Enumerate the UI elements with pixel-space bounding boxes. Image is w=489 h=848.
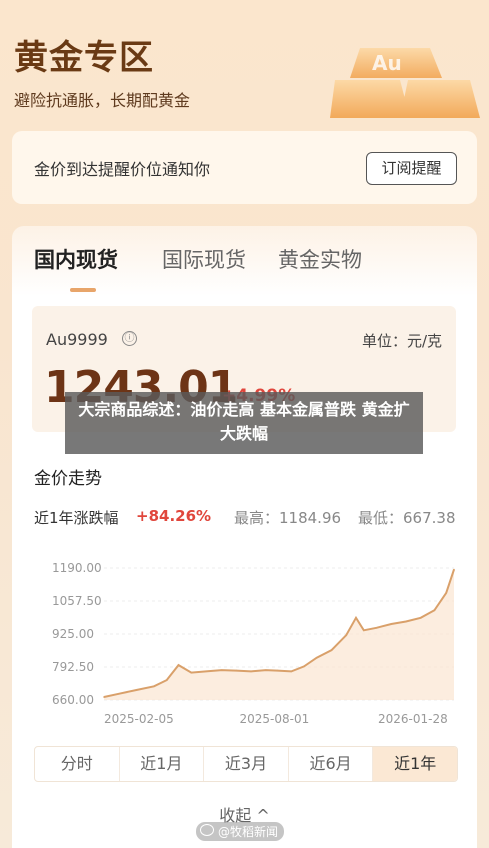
low-value: 最低：667.38 — [358, 509, 456, 527]
price-point — [165, 679, 168, 681]
svg-text:Au: Au — [372, 51, 402, 75]
range-3m-button[interactable]: 近3月 — [204, 747, 289, 781]
gold-price-chart: 1190.00 1057.50 925.00 792.50 660.00 2025-02-… — [52, 561, 455, 726]
price-point — [264, 669, 267, 671]
subscribe-alert-button[interactable]: 订阅提醒 — [366, 152, 457, 185]
tab-international-spot[interactable]: 国际现货 — [162, 244, 246, 274]
price-point — [315, 656, 318, 659]
price-alert-text: 金价到达提醒价位通知你 — [34, 160, 211, 179]
y-tick-label: 925.00 — [52, 627, 94, 641]
info-icon[interactable]: ⓘ — [122, 331, 137, 346]
price-point — [205, 670, 207, 673]
price-point — [177, 664, 180, 666]
price-point — [453, 568, 455, 571]
y-tick-label: 792.50 — [52, 660, 94, 674]
watermark-text: @牧稻新闻 — [218, 825, 279, 839]
price-point — [250, 670, 252, 673]
gold-quote-card: 国内现货 国际现货 黄金实物 Au9999 ⓘ 单位：元/克 1243.01 +… — [12, 226, 477, 848]
range-1y-button[interactable]: 近1年 — [373, 747, 457, 781]
price-point — [135, 689, 138, 691]
y-tick-label: 1057.50 — [52, 594, 102, 608]
price-point — [103, 696, 105, 698]
news-headline: 大宗商品综述：油价走高 基本金属普跌 黄金扩大跌幅 — [78, 400, 410, 443]
active-tab-indicator — [70, 288, 96, 292]
price-point — [419, 617, 422, 619]
period-change-label: 近1年涨跌幅 — [34, 509, 119, 527]
range-1m-button[interactable]: 近1月 — [120, 747, 205, 781]
price-point — [153, 685, 155, 688]
news-overlay[interactable]: 大宗商品综述：油价走高 基本金属普跌 黄金扩大跌幅 — [65, 392, 423, 454]
time-range-selector: 分时 近1月 近3月 近6月 近1年 — [34, 746, 458, 782]
trend-title: 金价走势 — [34, 469, 102, 489]
price-point — [235, 669, 238, 672]
price-point — [190, 671, 193, 674]
tab-physical-gold[interactable]: 黄金实物 — [278, 244, 362, 274]
price-point — [303, 665, 305, 668]
price-alert-card: 金价到达提醒价位通知你 订阅提醒 — [12, 131, 477, 204]
x-tick-label: 2026-01-28 — [378, 712, 448, 726]
product-code: Au9999 — [46, 330, 108, 349]
weibo-icon — [200, 824, 214, 836]
price-point — [375, 626, 378, 629]
price-point — [290, 670, 293, 673]
price-unit: 单位：元/克 — [361, 332, 442, 350]
price-point — [445, 592, 447, 594]
price-point — [363, 629, 365, 632]
gold-bars-illustration: Au — [330, 48, 480, 118]
price-point — [390, 623, 393, 625]
y-tick-label: 1190.00 — [52, 561, 102, 575]
range-intraday-button[interactable]: 分时 — [35, 747, 120, 781]
price-point — [220, 669, 223, 671]
price-point — [117, 692, 120, 695]
high-value: 最高：1184.96 — [234, 509, 342, 527]
tab-domestic-spot[interactable]: 国内现货 — [34, 244, 118, 274]
page-subtitle: 避险抗通胀，长期配黄金 — [14, 91, 191, 110]
price-point — [345, 634, 347, 637]
price-point — [330, 649, 333, 651]
page-title: 黄金专区 — [14, 38, 154, 78]
x-tick-label: 2025-08-01 — [240, 712, 310, 726]
source-watermark: @牧稻新闻 — [196, 822, 285, 841]
y-tick-label: 660.00 — [52, 693, 94, 707]
price-point — [405, 620, 407, 623]
price-point — [355, 617, 357, 619]
period-change-value: +84.26% — [136, 507, 212, 525]
range-6m-button[interactable]: 近6月 — [289, 747, 374, 781]
x-tick-label: 2025-02-05 — [104, 712, 174, 726]
price-point — [433, 609, 436, 612]
price-point — [276, 669, 279, 672]
price-area — [104, 569, 454, 700]
